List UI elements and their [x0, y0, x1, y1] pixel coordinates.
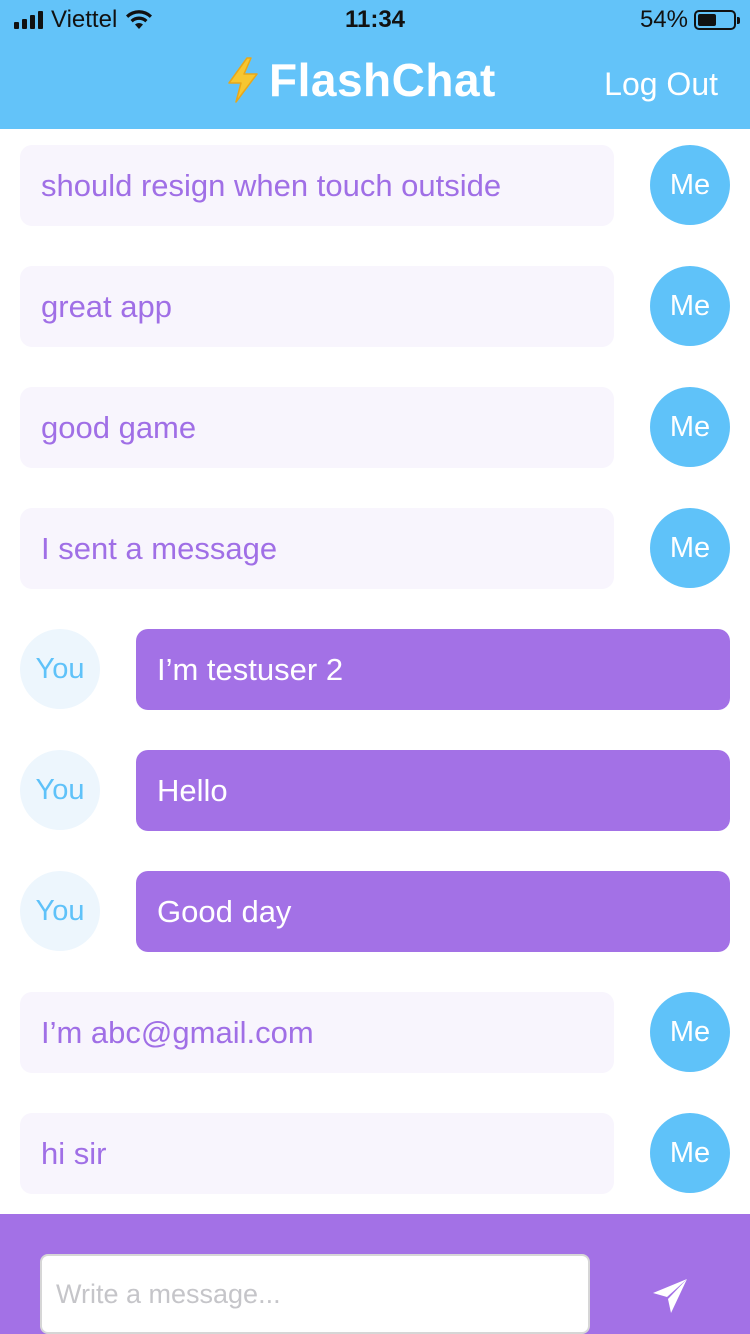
message-row: great app Me — [0, 266, 750, 347]
sender-avatar: Me — [650, 508, 730, 588]
app-header: Viettel 11:34 54% FlashChat Log Out — [0, 0, 750, 129]
status-bar: Viettel 11:34 54% — [0, 0, 750, 40]
message-row: good game Me — [0, 387, 750, 468]
message-bubble: Good day — [136, 871, 730, 952]
message-row: You Good day — [0, 871, 750, 952]
message-composer — [0, 1214, 750, 1334]
message-row: You Hello — [0, 750, 750, 831]
message-row: I sent a message Me — [0, 508, 750, 589]
message-list[interactable]: should resign when touch outside Me grea… — [0, 129, 750, 1214]
message-bubble: great app — [20, 266, 614, 347]
battery-cap — [737, 17, 740, 24]
status-bar-time: 11:34 — [344, 6, 406, 33]
message-bubble: should resign when touch outside — [20, 145, 614, 226]
status-bar-right: 54% — [639, 6, 740, 34]
message-row: I’m abc@gmail.com Me — [0, 992, 750, 1073]
message-row: hi sir Me — [0, 1113, 750, 1194]
lightning-bolt-icon — [228, 57, 258, 103]
message-bubble: I sent a message — [20, 508, 614, 589]
message-bubble: hi sir — [20, 1113, 614, 1194]
message-row: should resign when touch outside Me — [0, 145, 750, 226]
paper-plane-icon — [653, 1279, 687, 1313]
battery-icon — [694, 10, 740, 30]
message-bubble: Hello — [136, 750, 730, 831]
send-button[interactable] — [638, 1264, 702, 1328]
sender-avatar: Me — [650, 1113, 730, 1193]
battery-level — [698, 14, 716, 26]
message-input[interactable] — [40, 1254, 590, 1334]
sender-avatar: Me — [650, 266, 730, 346]
sender-avatar: Me — [650, 992, 730, 1072]
message-row: You I’m testuser 2 — [0, 629, 750, 710]
receiver-avatar: You — [20, 750, 100, 830]
receiver-avatar: You — [20, 871, 100, 951]
message-bubble: I’m testuser 2 — [136, 629, 730, 710]
nav-title: FlashChat — [225, 52, 496, 108]
receiver-avatar: You — [20, 629, 100, 709]
message-bubble: good game — [20, 387, 614, 468]
sender-avatar: Me — [650, 387, 730, 467]
message-bubble: I’m abc@gmail.com — [20, 992, 614, 1073]
sender-avatar: Me — [650, 145, 730, 225]
battery-percent: 54% — [639, 6, 688, 33]
logout-button[interactable]: Log Out — [604, 62, 718, 106]
app-title: FlashChat — [269, 54, 496, 106]
